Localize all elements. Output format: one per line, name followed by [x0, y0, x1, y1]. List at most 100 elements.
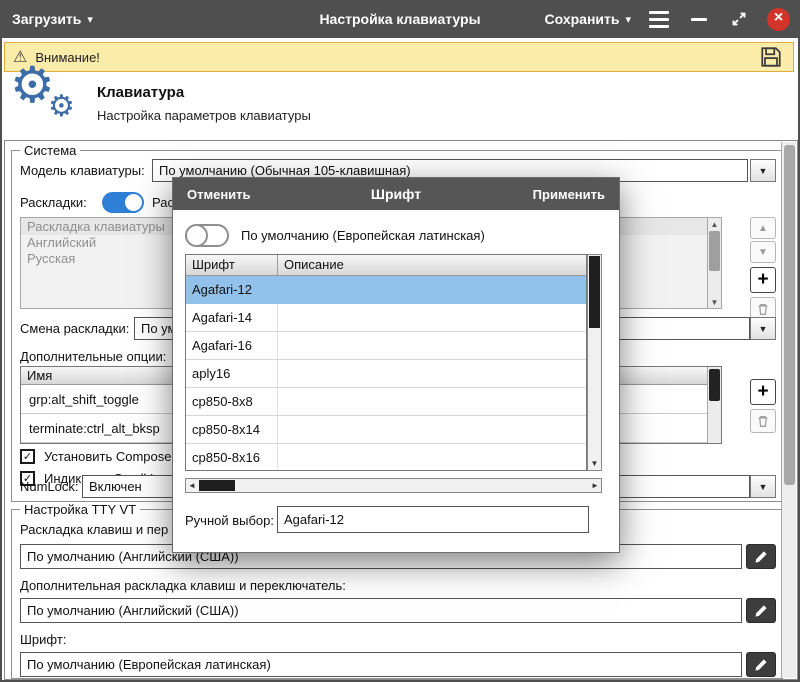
font-row[interactable]: cp850-8x8	[186, 388, 586, 416]
scroll-down-icon[interactable]: ▼	[708, 296, 721, 308]
titlebar: Загрузить ▾ Настройка клавиатуры Сохрани…	[2, 0, 798, 38]
layouts-label: Раскладки:	[20, 195, 87, 210]
font-table: Шрифт Описание Agafari-12 Agafari-14 Aga…	[185, 254, 587, 471]
layout-add-button[interactable]: +	[750, 267, 776, 293]
trash-icon	[758, 304, 768, 315]
option-add-button[interactable]: +	[750, 379, 776, 405]
scroll-left-icon[interactable]: ◄	[186, 479, 198, 492]
layouts-toggle[interactable]	[102, 192, 144, 213]
plus-icon: +	[757, 269, 769, 290]
scroll-right-icon[interactable]: ►	[589, 479, 601, 492]
keyboard-gears-icon: ⚙ ⚙	[10, 57, 75, 123]
keyboard-settings-window: Загрузить ▾ Настройка клавиатуры Сохрани…	[0, 0, 800, 682]
floppy-save-icon	[761, 47, 781, 67]
warning-bar: ⚠ Внимание!	[4, 42, 794, 72]
system-group-legend: Система	[20, 143, 81, 158]
arrow-down-icon: ▼	[758, 246, 768, 258]
layout-switch-dropdown-button[interactable]: ▼	[750, 317, 776, 340]
minimize-icon	[691, 17, 707, 21]
layout-list-scrollbar: ▲ ▼	[707, 218, 721, 308]
expand-icon	[732, 12, 746, 26]
font-name: cp850-8x16	[186, 444, 278, 470]
font-row[interactable]: cp850-8x16	[186, 444, 586, 470]
font-row[interactable]: Agafari-14	[186, 304, 586, 332]
tty-font-input[interactable]	[20, 652, 742, 677]
font-name: Agafari-12	[186, 276, 278, 303]
font-name: aply16	[186, 360, 278, 387]
pencil-icon	[755, 550, 767, 563]
font-table-vertical-scrollbar: ▼	[587, 254, 602, 471]
font-name: Agafari-16	[186, 332, 278, 359]
tty-keymap-label: Раскладка клавиш и пер	[20, 522, 169, 537]
apply-button[interactable]: Применить	[533, 178, 605, 210]
tty-extra-keymap-input[interactable]	[20, 598, 742, 623]
font-row-selected[interactable]: Agafari-12	[186, 276, 586, 304]
numlock-label: NumLock:	[20, 479, 79, 494]
layout-move-down-button[interactable]: ▼	[750, 241, 776, 263]
font-name: Agafari-14	[186, 304, 278, 331]
save-menu-button[interactable]: Сохранить ▾	[545, 11, 632, 27]
hamburger-icon	[649, 10, 669, 28]
pencil-icon	[755, 604, 767, 617]
save-menu-label: Сохранить	[544, 11, 620, 27]
compose-checkbox[interactable]: ✓ Установить Compose	[20, 449, 171, 464]
toggle-knob	[185, 224, 208, 247]
default-font-toggle-label: По умолчанию (Европейская латинская)	[241, 228, 485, 243]
toggle-knob	[125, 194, 142, 211]
scrollbar-thumb[interactable]	[784, 145, 795, 485]
font-row[interactable]: aply16	[186, 360, 586, 388]
scrollbar-thumb[interactable]	[199, 480, 235, 491]
main-scrollbar	[781, 142, 796, 678]
pencil-icon	[755, 658, 767, 671]
default-font-toggle[interactable]	[185, 224, 229, 247]
numlock-dropdown-button[interactable]: ▼	[750, 475, 776, 498]
font-name: cp850-8x14	[186, 416, 278, 443]
compose-checkbox-label: Установить Compose	[44, 449, 172, 464]
tty-extra-keymap-label: Дополнительная раскладка клавиш и перекл…	[20, 578, 346, 593]
scrollbar-thumb[interactable]	[709, 369, 720, 401]
tty-group-legend: Настройка TTY VT	[20, 502, 141, 517]
extra-options-label: Дополнительные опции:	[20, 349, 167, 364]
tty-keymap-edit-button[interactable]	[746, 544, 776, 569]
page-subtitle: Настройка параметров клавиатуры	[97, 108, 311, 123]
chevron-down-icon: ▼	[758, 165, 768, 176]
checkbox-check-icon: ✓	[20, 449, 35, 464]
close-icon: ×	[773, 9, 784, 26]
scroll-down-icon[interactable]: ▼	[588, 457, 601, 469]
option-delete-button[interactable]	[750, 409, 776, 433]
keyboard-model-dropdown-button[interactable]: ▼	[750, 159, 776, 182]
tty-font-edit-button[interactable]	[746, 652, 776, 677]
font-table-horizontal-scrollbar: ◄ ►	[185, 478, 602, 493]
page-header: ⚙ ⚙ Клавиатура Настройка параметров клав…	[2, 60, 798, 138]
trash-icon	[758, 416, 768, 427]
arrow-up-icon: ▲	[758, 222, 768, 234]
options-table-scrollbar	[707, 367, 721, 443]
chevron-down-icon: ▾	[625, 13, 631, 26]
minimize-button[interactable]	[687, 7, 711, 31]
font-name: cp850-8x8	[186, 388, 278, 415]
hamburger-menu-button[interactable]	[647, 7, 671, 31]
manual-select-label: Ручной выбор:	[185, 513, 274, 528]
font-row[interactable]: Agafari-16	[186, 332, 586, 360]
scroll-up-icon[interactable]: ▲	[708, 218, 721, 230]
description-column-header: Описание	[284, 257, 344, 272]
scrollbar-thumb[interactable]	[589, 256, 600, 328]
tty-extra-keymap-edit-button[interactable]	[746, 598, 776, 623]
chevron-down-icon: ▼	[758, 481, 768, 492]
close-button[interactable]: ×	[767, 7, 790, 31]
save-file-button[interactable]	[759, 44, 785, 70]
layout-move-up-button[interactable]: ▲	[750, 217, 776, 239]
font-column-header: Шрифт	[186, 255, 278, 275]
font-dialog: Отменить Шрифт Применить По умолчанию (Е…	[172, 177, 620, 553]
page-title: Клавиатура	[97, 84, 185, 101]
plus-icon: +	[757, 381, 769, 402]
manual-select-input[interactable]	[277, 506, 589, 533]
font-row[interactable]: cp850-8x14	[186, 416, 586, 444]
chevron-down-icon: ▼	[758, 323, 768, 334]
tty-font-label: Шрифт:	[20, 632, 67, 647]
font-dialog-header: Отменить Шрифт Применить	[173, 178, 619, 210]
keyboard-model-label: Модель клавиатуры:	[20, 163, 145, 178]
font-table-head: Шрифт Описание	[186, 255, 586, 276]
expand-button[interactable]	[727, 7, 751, 31]
scrollbar-thumb[interactable]	[709, 231, 720, 271]
